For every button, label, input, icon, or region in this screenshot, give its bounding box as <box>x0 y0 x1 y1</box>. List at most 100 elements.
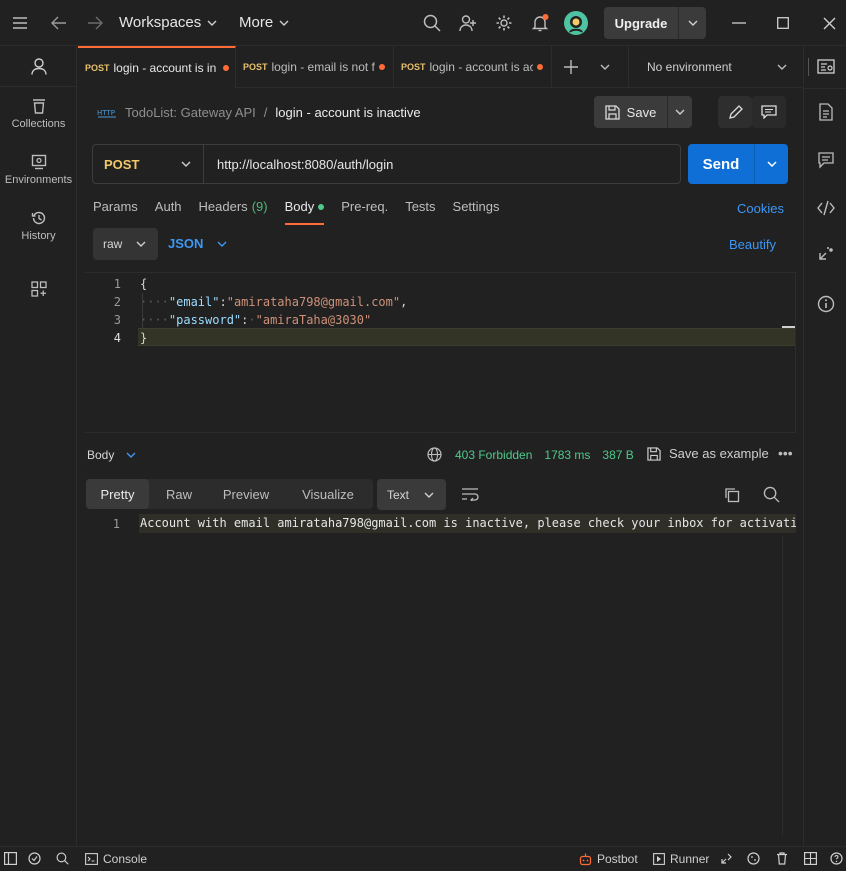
method-select[interactable]: POST <box>93 145 204 183</box>
response-text: Account with email amirataha798@gmail.co… <box>139 514 796 533</box>
view-tab-preview[interactable]: Preview <box>209 479 283 509</box>
svg-text:HTTP: HTTP <box>97 109 115 117</box>
console-button[interactable]: Console <box>85 852 147 866</box>
tab-body[interactable]: Body <box>284 199 325 225</box>
more-options-icon[interactable]: ••• <box>778 445 793 461</box>
trash-icon[interactable] <box>776 852 788 865</box>
response-header: Body 403 Forbidden 1783 ms 387 B Save as… <box>85 440 796 470</box>
tab-request-1[interactable]: POST login - account is in <box>78 46 236 88</box>
info-icon[interactable] <box>817 295 835 313</box>
tab-auth[interactable]: Auth <box>155 199 182 225</box>
sidebar-item-account[interactable] <box>0 58 77 75</box>
request-body-editor[interactable]: 1 2 3 4 { ····"email":"amirataha798@gmai… <box>85 272 796 433</box>
online-status-icon[interactable] <box>28 852 41 865</box>
response-view-tabs: Pretty Raw Preview Visualize <box>86 479 373 509</box>
body-mode-select[interactable]: raw <box>93 228 158 260</box>
view-tab-visualize[interactable]: Visualize <box>283 479 373 509</box>
tab-params[interactable]: Params <box>93 199 138 225</box>
response-body-dropdown[interactable]: Body <box>87 448 136 462</box>
tabs-dropdown-chevron-icon[interactable] <box>600 64 610 70</box>
response-scrollbar[interactable] <box>782 536 796 836</box>
invite-user-icon[interactable] <box>457 12 479 34</box>
tab-prereq[interactable]: Pre-req. <box>341 199 388 225</box>
globe-icon[interactable] <box>427 447 442 462</box>
toggle-sidebar-icon[interactable] <box>4 852 17 865</box>
back-arrow-icon[interactable] <box>48 12 70 34</box>
tab-tests[interactable]: Tests <box>405 199 435 225</box>
save-options-chevron-icon[interactable] <box>668 96 692 128</box>
sidebar-item-configure[interactable] <box>0 281 77 297</box>
workspaces-menu[interactable]: Workspaces <box>119 14 217 31</box>
send-button[interactable]: Send <box>688 144 788 184</box>
environment-selector-label[interactable]: No environment <box>647 60 732 74</box>
search-icon[interactable] <box>421 12 443 34</box>
environment-quick-look-icon[interactable] <box>817 58 835 76</box>
save-as-example-button[interactable]: Save as example <box>647 446 769 461</box>
hamburger-menu-icon[interactable] <box>9 12 31 34</box>
open-brace: { <box>140 277 148 291</box>
upgrade-button[interactable]: Upgrade <box>604 7 706 39</box>
runner-button[interactable]: Runner <box>653 852 709 866</box>
view-tab-raw[interactable]: Raw <box>149 479 209 509</box>
code-line-3: ····"password":·"amiraTaha@3030" <box>140 313 372 327</box>
beautify-link[interactable]: Beautify <box>729 237 776 252</box>
response-body[interactable]: 1 Account with email amirataha798@gmail.… <box>100 514 796 533</box>
code-icon[interactable] <box>817 199 835 217</box>
two-pane-view-icon[interactable] <box>804 852 817 865</box>
send-options-chevron-icon[interactable] <box>755 144 788 184</box>
history-icon <box>31 211 45 225</box>
edit-pencil-button[interactable] <box>718 96 752 128</box>
sidebar-item-history[interactable]: History <box>0 210 77 242</box>
chevron-down-icon[interactable] <box>679 7 706 39</box>
more-label: More <box>239 14 274 31</box>
breadcrumb-collection[interactable]: TodoList: Gateway API <box>125 105 256 120</box>
environments-icon <box>31 154 46 170</box>
postbot-button[interactable]: Postbot <box>579 852 638 866</box>
minimize-window-icon[interactable] <box>728 12 750 34</box>
copy-icon[interactable] <box>724 487 740 503</box>
notification-bell-icon[interactable] <box>529 12 551 34</box>
status-code[interactable]: 403 Forbidden <box>455 448 532 462</box>
documentation-icon[interactable] <box>817 103 835 121</box>
comments-icon[interactable] <box>817 151 835 169</box>
breadcrumb-request-name[interactable]: login - account is inactive <box>275 105 420 120</box>
response-size[interactable]: 387 B <box>602 448 633 462</box>
response-meta: 403 Forbidden 1783 ms 387 B <box>455 448 634 462</box>
tab-settings[interactable]: Settings <box>453 199 500 225</box>
line-number: 1 <box>113 277 121 291</box>
headers-count-badge: (9) <box>251 199 268 214</box>
view-tab-pretty[interactable]: Pretty <box>86 479 149 509</box>
sidebar-item-collections[interactable]: Collections <box>0 98 77 130</box>
maximize-window-icon[interactable] <box>772 12 794 34</box>
new-tab-plus-icon[interactable] <box>564 60 578 74</box>
environment-chevron-down-icon[interactable] <box>777 64 787 70</box>
find-icon[interactable] <box>56 852 69 865</box>
help-icon[interactable] <box>830 852 843 865</box>
response-format-select[interactable]: Text <box>377 479 446 510</box>
cookies-icon[interactable] <box>747 852 760 865</box>
settings-gear-icon[interactable] <box>493 12 515 34</box>
related-collections-icon[interactable] <box>817 246 835 264</box>
search-response-icon[interactable] <box>763 486 780 503</box>
capture-requests-icon[interactable] <box>720 852 733 865</box>
tab-headers[interactable]: Headers (9) <box>199 199 268 225</box>
postbot-icon <box>579 853 592 865</box>
comments-button[interactable] <box>752 96 786 128</box>
close-window-icon[interactable] <box>818 12 840 34</box>
avatar[interactable] <box>564 11 588 35</box>
chevron-down-icon <box>126 452 136 458</box>
forward-arrow-icon[interactable] <box>84 12 106 34</box>
response-time[interactable]: 1783 ms <box>544 448 590 462</box>
code-line-4: } <box>140 331 147 345</box>
comment-icon <box>761 105 777 119</box>
cookies-link[interactable]: Cookies <box>737 201 784 216</box>
sidebar-item-environments[interactable]: Environments <box>0 154 77 186</box>
wrap-lines-icon[interactable] <box>461 487 479 501</box>
tab-request-3[interactable]: POST login - account is ac <box>394 46 552 88</box>
runner-label: Runner <box>670 852 710 866</box>
url-input[interactable]: http://localhost:8080/auth/login <box>204 145 680 183</box>
tab-request-2[interactable]: POST login - email is not f <box>236 46 394 88</box>
body-format-select[interactable]: JSON <box>168 236 227 251</box>
save-button[interactable]: Save <box>594 96 692 128</box>
more-menu[interactable]: More <box>239 14 289 31</box>
